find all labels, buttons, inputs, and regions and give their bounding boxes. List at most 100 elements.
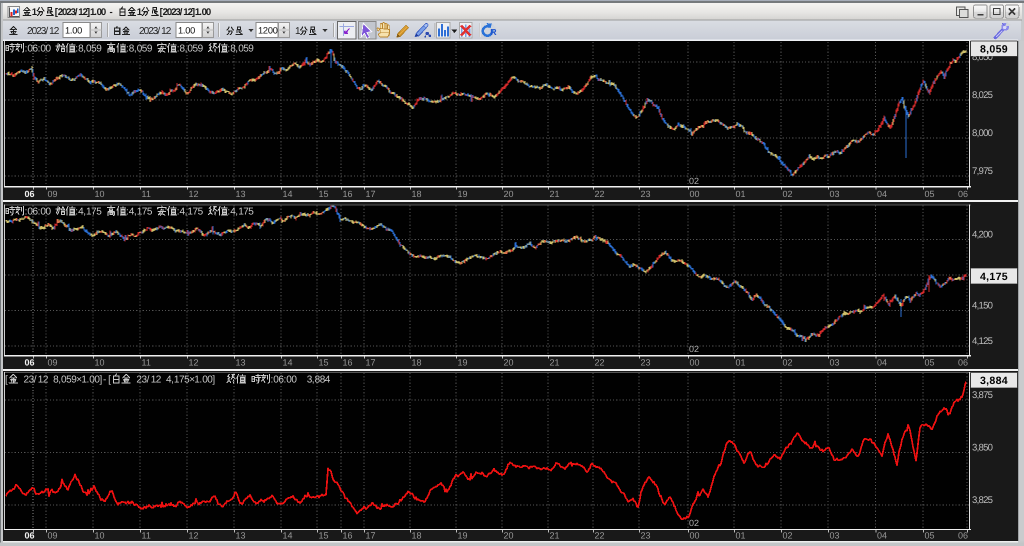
svg-text:9: 9 bbox=[147, 44, 153, 55]
svg-text:16: 16 bbox=[343, 531, 353, 541]
svg-text:8,059: 8,059 bbox=[980, 44, 1008, 56]
svg-text:0: 0 bbox=[46, 44, 52, 55]
svg-text:1200: 1200 bbox=[258, 25, 278, 35]
svg-text:09: 09 bbox=[48, 531, 58, 541]
svg-text:00: 00 bbox=[690, 531, 700, 541]
svg-text:23: 23 bbox=[641, 358, 651, 368]
svg-text:2: 2 bbox=[54, 26, 60, 37]
svg-text:3,875: 3,875 bbox=[972, 390, 993, 401]
svg-text:21: 21 bbox=[550, 531, 560, 541]
svg-text:16: 16 bbox=[343, 358, 353, 368]
svg-text:23: 23 bbox=[641, 531, 651, 541]
svg-text:18: 18 bbox=[412, 358, 422, 368]
svg-text:11: 11 bbox=[142, 531, 151, 541]
svg-text:2: 2 bbox=[156, 375, 162, 386]
svg-text:[: [ bbox=[108, 375, 111, 386]
svg-text:18: 18 bbox=[412, 189, 422, 199]
svg-text:00: 00 bbox=[690, 189, 700, 199]
svg-text:]: ] bbox=[212, 375, 215, 386]
svg-text:02: 02 bbox=[689, 176, 699, 186]
svg-text:14: 14 bbox=[283, 189, 293, 199]
svg-text:7,975: 7,975 bbox=[972, 166, 993, 177]
svg-text:11: 11 bbox=[142, 358, 151, 368]
svg-text:03: 03 bbox=[830, 189, 840, 199]
svg-text:4: 4 bbox=[325, 375, 331, 386]
svg-text:17: 17 bbox=[366, 358, 376, 368]
svg-text:9: 9 bbox=[96, 44, 102, 55]
svg-text:06: 06 bbox=[25, 189, 35, 199]
svg-text:/: / bbox=[147, 375, 150, 386]
svg-text:/: / bbox=[45, 26, 48, 37]
svg-text:14: 14 bbox=[283, 358, 293, 368]
svg-text:1: 1 bbox=[32, 7, 38, 18]
svg-text:21: 21 bbox=[550, 189, 560, 199]
svg-text:18: 18 bbox=[412, 531, 422, 541]
svg-text:1.00: 1.00 bbox=[65, 25, 82, 35]
svg-text:21: 21 bbox=[550, 358, 560, 368]
svg-text:0: 0 bbox=[101, 7, 106, 18]
svg-text:06: 06 bbox=[958, 189, 968, 199]
svg-text:04: 04 bbox=[877, 358, 887, 368]
svg-text:/: / bbox=[157, 26, 160, 37]
svg-text:06: 06 bbox=[25, 358, 35, 368]
svg-text:-: - bbox=[103, 375, 106, 386]
svg-text:10: 10 bbox=[95, 358, 105, 368]
svg-text:9: 9 bbox=[198, 44, 204, 55]
svg-text:3,825: 3,825 bbox=[972, 495, 993, 506]
svg-text:1: 1 bbox=[295, 26, 301, 37]
svg-text:11: 11 bbox=[142, 189, 151, 199]
svg-text:02: 02 bbox=[783, 358, 793, 368]
svg-text:12: 12 bbox=[189, 189, 199, 199]
svg-text:4,150: 4,150 bbox=[972, 301, 993, 312]
svg-text:19: 19 bbox=[458, 189, 468, 199]
svg-text:20: 20 bbox=[504, 358, 514, 368]
svg-text:06: 06 bbox=[958, 531, 968, 541]
svg-text:-: - bbox=[110, 7, 113, 18]
svg-text:02: 02 bbox=[783, 189, 793, 199]
svg-text:02: 02 bbox=[689, 518, 699, 528]
svg-text:14: 14 bbox=[283, 531, 293, 541]
svg-text:05: 05 bbox=[925, 531, 935, 541]
svg-text:13: 13 bbox=[236, 531, 246, 541]
svg-text:03: 03 bbox=[830, 531, 840, 541]
svg-text:13: 13 bbox=[236, 358, 246, 368]
svg-text:04: 04 bbox=[877, 189, 887, 199]
svg-text:05: 05 bbox=[925, 358, 935, 368]
svg-text:0: 0 bbox=[206, 7, 211, 18]
svg-text:01: 01 bbox=[736, 358, 746, 368]
svg-text:3,850: 3,850 bbox=[972, 443, 993, 454]
svg-text:0: 0 bbox=[291, 375, 297, 386]
svg-text:1.00: 1.00 bbox=[178, 25, 195, 35]
svg-text:9: 9 bbox=[248, 44, 254, 55]
svg-text:12: 12 bbox=[189, 531, 199, 541]
svg-text:[: [ bbox=[5, 375, 8, 386]
svg-text:2: 2 bbox=[166, 26, 172, 37]
svg-text:06: 06 bbox=[25, 531, 35, 541]
svg-text:17: 17 bbox=[366, 189, 376, 199]
svg-text:3,884: 3,884 bbox=[980, 375, 1008, 387]
svg-text:09: 09 bbox=[48, 189, 58, 199]
svg-text:4,175: 4,175 bbox=[980, 271, 1008, 283]
svg-text:19: 19 bbox=[458, 358, 468, 368]
svg-text:8,025: 8,025 bbox=[972, 90, 993, 101]
svg-text:01: 01 bbox=[736, 189, 746, 199]
svg-text:19: 19 bbox=[458, 531, 468, 541]
svg-text:5: 5 bbox=[147, 207, 153, 218]
svg-text:5: 5 bbox=[198, 207, 204, 218]
svg-text:0: 0 bbox=[46, 207, 52, 218]
svg-text:01: 01 bbox=[736, 531, 746, 541]
svg-text:15: 15 bbox=[319, 189, 329, 199]
svg-text:20: 20 bbox=[504, 189, 514, 199]
svg-text:R: R bbox=[490, 27, 497, 37]
svg-text:/: / bbox=[34, 375, 37, 386]
svg-text:00: 00 bbox=[690, 358, 700, 368]
svg-text:09: 09 bbox=[48, 358, 58, 368]
svg-text:03: 03 bbox=[830, 358, 840, 368]
svg-text:23: 23 bbox=[641, 189, 651, 199]
svg-text:22: 22 bbox=[595, 358, 605, 368]
svg-text:8,000: 8,000 bbox=[972, 128, 993, 139]
svg-text:22: 22 bbox=[595, 189, 605, 199]
svg-text:13: 13 bbox=[236, 189, 246, 199]
svg-text:5: 5 bbox=[248, 207, 254, 218]
svg-text:10: 10 bbox=[95, 189, 105, 199]
